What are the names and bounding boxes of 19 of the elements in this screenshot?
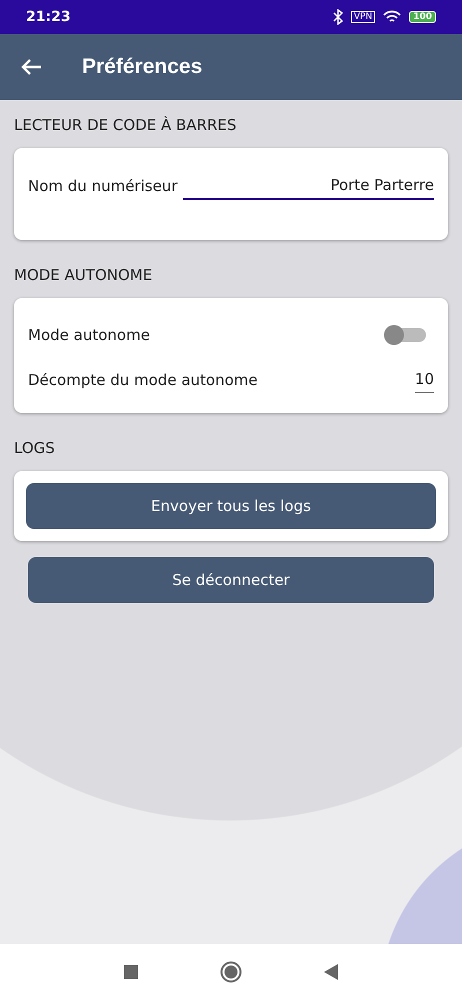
field-label: Décompte du mode autonome bbox=[28, 370, 258, 388]
screen-title: Préférences bbox=[82, 55, 202, 79]
bluetooth-icon bbox=[332, 9, 343, 25]
section-header: LOGS bbox=[14, 439, 56, 457]
logout-button[interactable]: Se déconnecter bbox=[28, 557, 434, 603]
back-triangle-icon[interactable] bbox=[324, 964, 338, 980]
wifi-icon bbox=[383, 10, 402, 24]
vpn-badge: VPN bbox=[350, 11, 376, 23]
field-label: Nom du numériseur bbox=[28, 177, 178, 195]
input-field[interactable]: Porte Parterre bbox=[183, 172, 434, 200]
clock: 21:23 bbox=[26, 9, 71, 25]
input-field[interactable]: 10 bbox=[414, 366, 434, 393]
section-header: LECTEUR DE CODE À BARRES bbox=[14, 116, 238, 134]
section-header: MODE AUTONOME bbox=[14, 266, 154, 284]
home-circle-icon[interactable] bbox=[220, 961, 242, 983]
back-arrow-icon[interactable] bbox=[20, 58, 42, 76]
switch-label: Mode autonome bbox=[28, 326, 150, 344]
battery-indicator: 100 bbox=[409, 11, 436, 23]
send-logs-button[interactable]: Envoyer tous les logs bbox=[26, 483, 436, 529]
